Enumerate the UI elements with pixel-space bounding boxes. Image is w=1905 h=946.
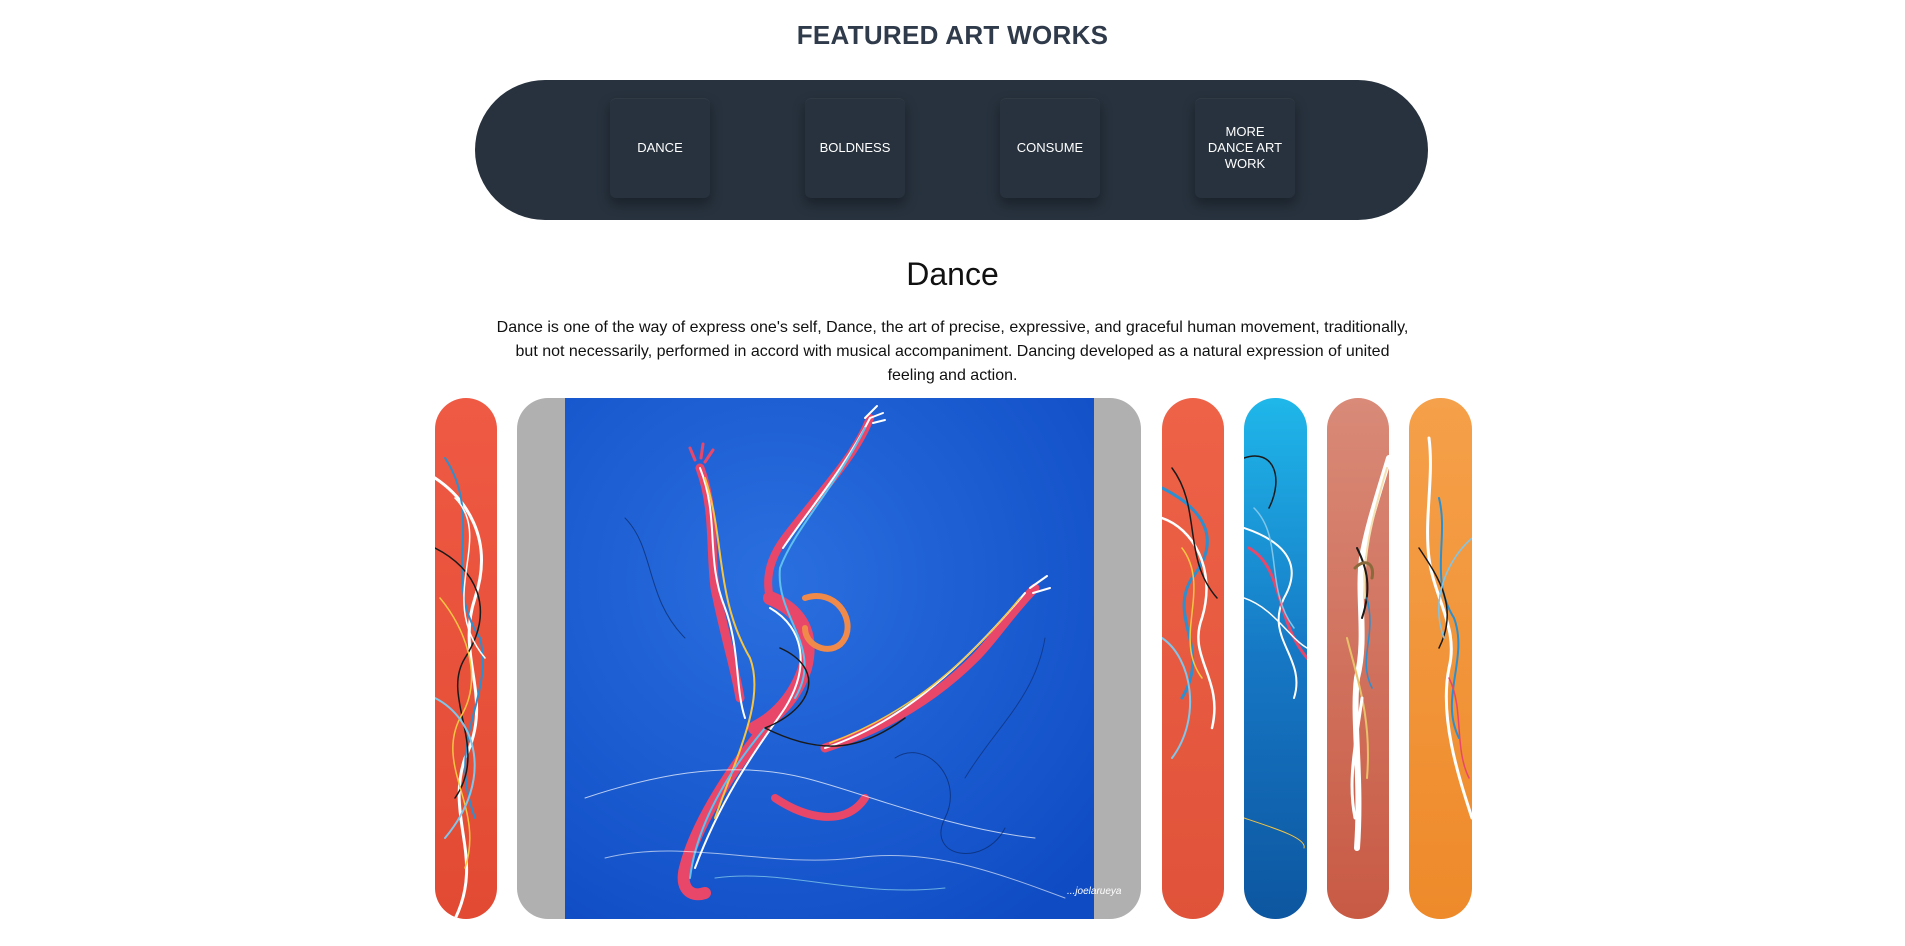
nav-button-boldness[interactable]: BOLDNESS [805,98,905,198]
nav-button-more-dance-art-work[interactable]: MORE DANCE ART WORK [1195,98,1295,198]
dance-artwork-red-image [435,398,497,919]
dance-artwork-cyan-image [1244,398,1307,919]
gallery-card-red[interactable] [435,398,497,919]
section-title: Dance [906,256,999,292]
dance-artwork-blue-main-image [565,398,1094,919]
dance-artwork-terracotta-image [1327,398,1389,919]
section-description: Dance is one of the way of express one's… [496,319,1409,384]
gallery-card-cyan[interactable] [1244,398,1307,919]
artist-signature: ...joelarueya [1067,886,1122,897]
dance-artwork-coral-image [1162,398,1224,919]
gallery-card-main[interactable]: ...joelarueya [517,398,1141,919]
dance-artwork-orange-image [1409,398,1472,919]
category-nav: DANCE BOLDNESS CONSUME MORE DANCE ART WO… [475,80,1428,220]
page-title: FEATURED ART WORKS [796,20,1109,50]
gallery-card-coral[interactable] [1162,398,1224,919]
gallery-card-orange[interactable] [1409,398,1472,919]
nav-button-consume[interactable]: CONSUME [1000,98,1100,198]
gallery-card-terracotta[interactable] [1327,398,1389,919]
nav-button-dance[interactable]: DANCE [610,98,710,198]
artwork-gallery: ...joelarueya [0,398,1905,919]
